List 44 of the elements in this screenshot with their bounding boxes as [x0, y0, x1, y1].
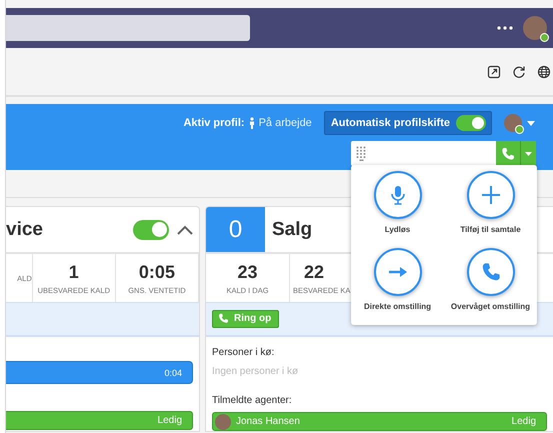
person-icon [248, 117, 255, 129]
call-action-button[interactable]: Tilføj til samtale [444, 171, 537, 248]
call-action-button[interactable]: Overvåget omstilling [444, 248, 537, 325]
toggle-switch[interactable] [133, 220, 169, 240]
profile-name: På arbejde [258, 117, 312, 129]
call-bar[interactable]: 0:04 [6, 361, 193, 384]
chevron-up-icon[interactable] [177, 224, 193, 234]
stat-value: 1 [68, 262, 79, 282]
queue-count: 0 [206, 207, 265, 252]
caret-icon[interactable] [527, 120, 535, 126]
refresh-icon[interactable] [512, 64, 526, 78]
avatar [215, 414, 231, 430]
call-action-button[interactable]: Direkte omstilling [351, 248, 444, 325]
phone-icon [218, 313, 229, 324]
empty-message: Ingen personer i kø [212, 366, 300, 377]
call-action-button[interactable]: Lydløs [351, 171, 444, 248]
toggle-switch[interactable] [456, 115, 486, 131]
section-heading: Personer i kø: [212, 347, 276, 358]
stat-value: 23 [237, 262, 258, 282]
avatar[interactable] [523, 16, 547, 40]
stat-value: 0:05 [138, 262, 175, 282]
auto-switch-button[interactable]: Automatisk profilskifte [324, 111, 492, 135]
call-button[interactable] [496, 141, 520, 166]
section-heading: Tilmeldte agenter: [212, 395, 293, 406]
avatar[interactable] [504, 114, 522, 132]
phone-icon [501, 146, 515, 160]
dropdown-button[interactable] [520, 141, 536, 166]
profile-label: Aktiv profil: [183, 117, 245, 129]
call-time: 0:04 [164, 368, 182, 378]
popout-icon[interactable] [487, 64, 501, 78]
dial-field[interactable] [351, 141, 496, 166]
agent-status: Ledig [512, 416, 536, 427]
queue-title: vice [6, 218, 44, 240]
agent-status: Ledig [158, 415, 182, 426]
more-icon[interactable] [497, 26, 513, 30]
globe-icon[interactable] [537, 64, 551, 78]
phone-icon [480, 262, 500, 282]
caret-icon [525, 152, 532, 156]
search-field[interactable] [6, 15, 250, 41]
queue-title: Salg [272, 218, 312, 240]
plus-icon [480, 185, 500, 205]
stat-value: 22 [304, 262, 324, 282]
agent-name: Jonas Hansen [236, 416, 301, 427]
keypad-icon [356, 146, 367, 161]
